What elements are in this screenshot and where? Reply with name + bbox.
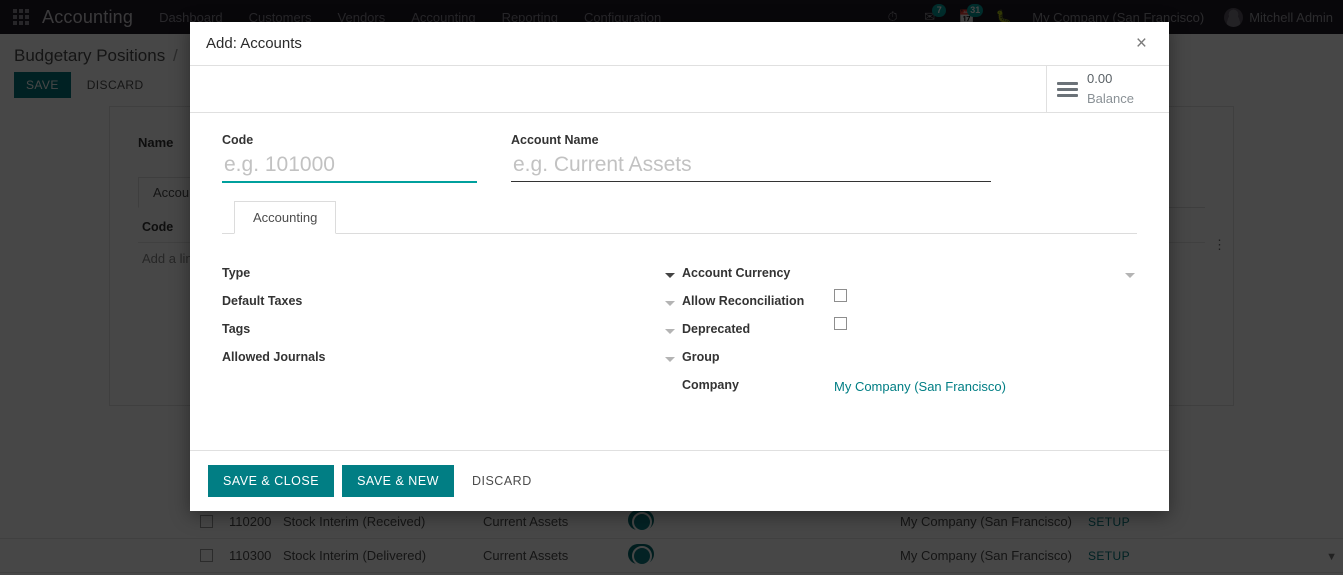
deprecated-control (834, 317, 1137, 340)
tags-label: Tags (222, 322, 251, 336)
chevron-down-icon (665, 357, 675, 362)
dialog-title: Add: Accounts (206, 35, 302, 52)
deprecated-checkbox[interactable] (834, 317, 847, 330)
dialog-header: Add: Accounts × (190, 22, 1169, 66)
bars-icon (1057, 81, 1078, 97)
company-value-link[interactable]: My Company (San Francisco) (834, 379, 1006, 398)
fields-right-column: Account Currency Allow Reconciliation De… (682, 256, 1137, 396)
company-control: My Company (San Francisco) (834, 378, 1137, 396)
chevron-down-icon (665, 329, 675, 334)
code-label: Code (222, 133, 254, 147)
account-name-label: Account Name (511, 133, 599, 147)
balance-stat-button[interactable]: 0.00 Balance (1046, 66, 1169, 112)
dialog-fields-grid: Type Default Taxes Tags Allowed Journals… (222, 234, 1137, 396)
balance-value: 0.00 (1087, 71, 1113, 86)
deprecated-label: Deprecated (682, 322, 751, 336)
field-allowed-journals: Allowed Journals (222, 340, 677, 368)
dialog-form: Code Account Name Accounting Type (190, 113, 1169, 396)
field-default-taxes: Default Taxes (222, 284, 677, 312)
field-company: Company My Company (San Francisco) (682, 368, 1137, 396)
tab-accounting[interactable]: Accounting (234, 201, 337, 234)
code-field-group: Code (222, 133, 477, 183)
chevron-down-icon (665, 301, 675, 306)
fields-left-column: Type Default Taxes Tags Allowed Journals (222, 256, 677, 396)
account-name-field-group: Account Name (511, 133, 991, 183)
dialog-discard-button[interactable]: DISCARD (462, 465, 542, 497)
group-label: Group (682, 350, 720, 364)
company-label: Company (682, 378, 739, 392)
allow-reconciliation-control (834, 289, 1137, 312)
dialog-footer: SAVE & CLOSE SAVE & NEW DISCARD (190, 450, 1169, 511)
dialog-notebook-tabs: Accounting (222, 201, 1137, 234)
save-and-new-button[interactable]: SAVE & NEW (342, 465, 454, 497)
dialog-body: 0.00 Balance Code Account Name Accountin… (190, 66, 1169, 450)
default-taxes-label: Default Taxes (222, 294, 303, 308)
save-and-close-button[interactable]: SAVE & CLOSE (208, 465, 335, 497)
allow-reconciliation-label: Allow Reconciliation (682, 294, 805, 308)
stat-button-bar: 0.00 Balance (190, 66, 1169, 113)
chevron-down-icon (665, 273, 675, 278)
balance-label: Balance (1087, 91, 1134, 106)
field-allow-reconciliation: Allow Reconciliation (682, 284, 1137, 312)
field-group: Group (682, 340, 1137, 368)
field-type: Type (222, 256, 677, 284)
top-fields-group: Code Account Name (222, 133, 1137, 183)
balance-stat-text: 0.00 Balance (1087, 69, 1134, 109)
allowed-journals-label: Allowed Journals (222, 350, 326, 364)
field-account-currency: Account Currency (682, 256, 1137, 284)
add-accounts-dialog: Add: Accounts × 0.00 Balance Code Accou (190, 22, 1169, 511)
account-currency-label: Account Currency (682, 266, 791, 280)
chevron-down-icon (1125, 273, 1135, 278)
close-icon[interactable]: × (1132, 32, 1151, 55)
allow-reconciliation-checkbox[interactable] (834, 289, 847, 302)
field-tags: Tags (222, 312, 677, 340)
field-deprecated: Deprecated (682, 312, 1137, 340)
account-name-input[interactable] (511, 151, 991, 182)
type-label: Type (222, 266, 251, 280)
code-input[interactable] (222, 151, 477, 183)
stat-bar-spacer (190, 66, 1046, 112)
